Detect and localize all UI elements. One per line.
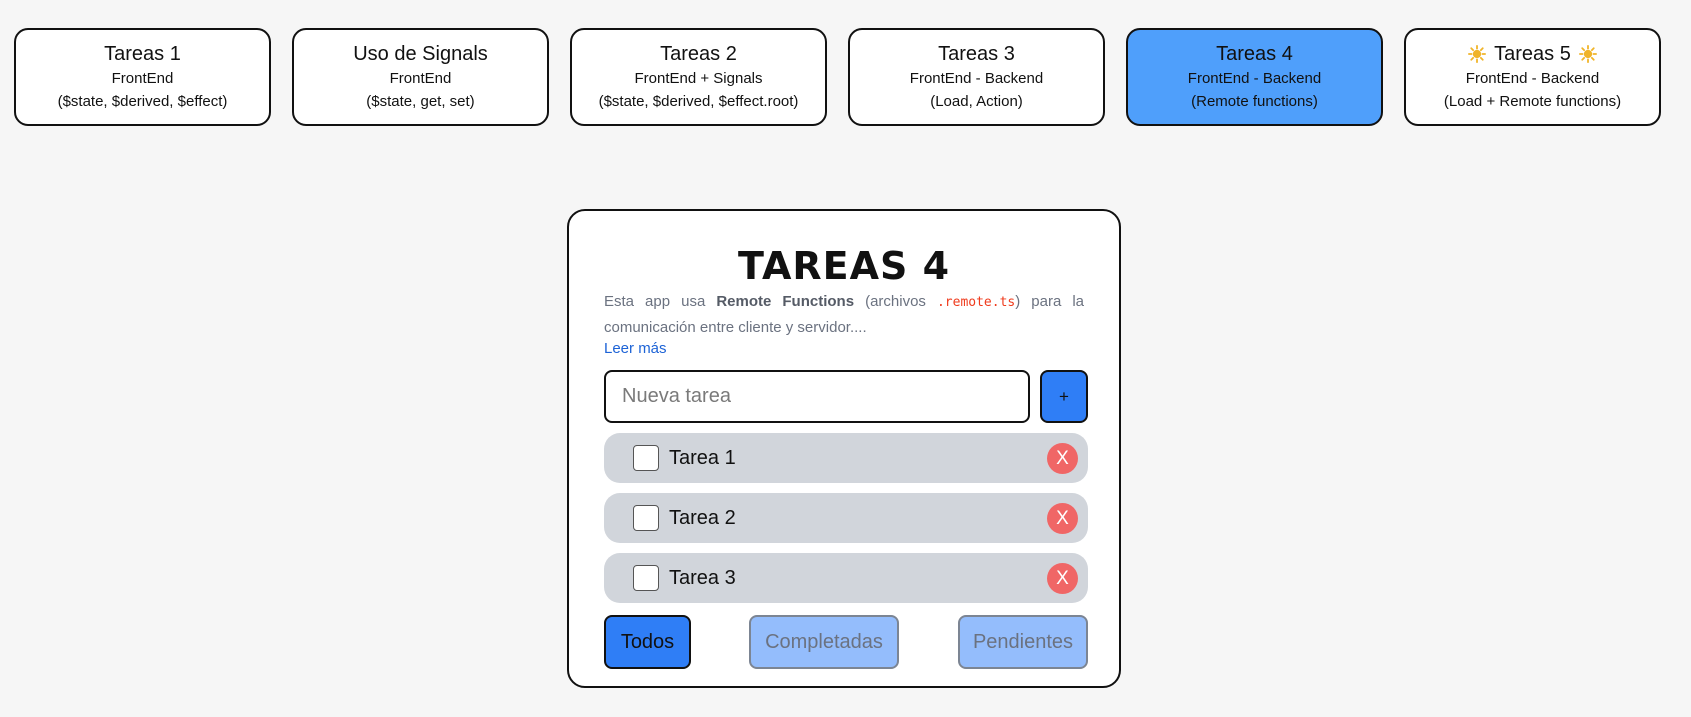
nav-card-title-text: Tareas 3	[938, 43, 1015, 65]
description-text: (archivos	[854, 293, 937, 310]
nav-card-title: Tareas 5	[1468, 41, 1597, 67]
new-task-input[interactable]	[604, 370, 1030, 423]
task-list: Tarea 1 X Tarea 2 X Tarea 3 X	[604, 433, 1088, 613]
sun-icon	[1468, 45, 1487, 63]
nav-card-subtitle: FrontEnd - Backend	[1187, 70, 1322, 87]
nav-card-uso-de-signals[interactable]: Uso de Signals FrontEnd ($state, get, se…	[292, 28, 549, 126]
nav-card-subtitle: FrontEnd	[389, 70, 452, 87]
description-text: Esta app usa	[604, 293, 717, 310]
task-item: Tarea 3 X	[604, 553, 1088, 603]
delete-task-button[interactable]: X	[1047, 443, 1078, 474]
nav-card-tareas-2[interactable]: Tareas 2 FrontEnd + Signals ($state, $de…	[570, 28, 827, 126]
filter-pending-button[interactable]: Pendientes	[958, 615, 1088, 669]
delete-task-button[interactable]: X	[1047, 563, 1078, 594]
nav-card-subtitle: FrontEnd - Backend	[909, 70, 1044, 87]
filter-completed-button[interactable]: Completadas	[749, 615, 899, 669]
tasks-panel: TAREAS 4 Esta app usa Remote Functions (…	[567, 209, 1121, 688]
task-label: Tarea 2	[669, 507, 736, 529]
nav-card-subtitle: FrontEnd + Signals	[634, 70, 763, 87]
read-more-link[interactable]: Leer más	[604, 338, 667, 360]
delete-task-button[interactable]: X	[1047, 503, 1078, 534]
nav-card-detail: ($state, get, set)	[366, 93, 475, 110]
task-label: Tarea 3	[669, 567, 736, 589]
task-label: Tarea 1	[669, 447, 736, 469]
task-item: Tarea 2 X	[604, 493, 1088, 543]
nav-card-title: Tareas 2	[660, 41, 737, 67]
nav-card-detail: (Load + Remote functions)	[1443, 93, 1622, 110]
nav-card-title-text: Tareas 4	[1216, 43, 1293, 65]
task-checkbox[interactable]	[633, 505, 659, 531]
nav-card-detail: (Load, Action)	[930, 93, 1023, 110]
nav-card-title-text: Tareas 5	[1494, 43, 1571, 65]
nav-card-tareas-5[interactable]: Tareas 5 FrontEnd - Backend (Load + Remo…	[1404, 28, 1661, 126]
page-title: TAREAS 4	[737, 244, 951, 288]
filter-all-button[interactable]: Todos	[604, 615, 691, 669]
sun-icon	[1578, 45, 1597, 63]
nav-card-detail: ($state, $derived, $effect)	[57, 93, 228, 110]
app-description: Esta app usa Remote Functions (archivos …	[604, 289, 1084, 340]
nav-card-title: Tareas 4	[1216, 41, 1293, 67]
task-item: Tarea 1 X	[604, 433, 1088, 483]
nav-card-tareas-4[interactable]: Tareas 4 FrontEnd - Backend (Remote func…	[1126, 28, 1383, 126]
nav-card-title-text: Tareas 2	[660, 43, 737, 65]
nav-card-tareas-3[interactable]: Tareas 3 FrontEnd - Backend (Load, Actio…	[848, 28, 1105, 126]
task-checkbox[interactable]	[633, 445, 659, 471]
nav-card-title: Uso de Signals	[353, 41, 488, 67]
description-code: .remote.ts	[936, 295, 1016, 310]
nav-card-subtitle: FrontEnd - Backend	[1465, 70, 1600, 87]
add-task-button[interactable]: +	[1040, 370, 1088, 423]
task-checkbox[interactable]	[633, 565, 659, 591]
nav-card-title: Tareas 1	[104, 41, 181, 67]
nav-card-title-text: Uso de Signals	[353, 43, 488, 65]
description-bold: Remote Functions	[716, 293, 855, 310]
nav-card-title-text: Tareas 1	[104, 43, 181, 65]
nav-card-detail: ($state, $derived, $effect.root)	[598, 93, 799, 110]
nav-card-subtitle: FrontEnd	[111, 70, 174, 87]
nav-card-title: Tareas 3	[938, 41, 1015, 67]
nav-card-tareas-1[interactable]: Tareas 1 FrontEnd ($state, $derived, $ef…	[14, 28, 271, 126]
tasks-nav: Tareas 1 FrontEnd ($state, $derived, $ef…	[14, 28, 1676, 128]
nav-card-detail: (Remote functions)	[1191, 93, 1318, 110]
